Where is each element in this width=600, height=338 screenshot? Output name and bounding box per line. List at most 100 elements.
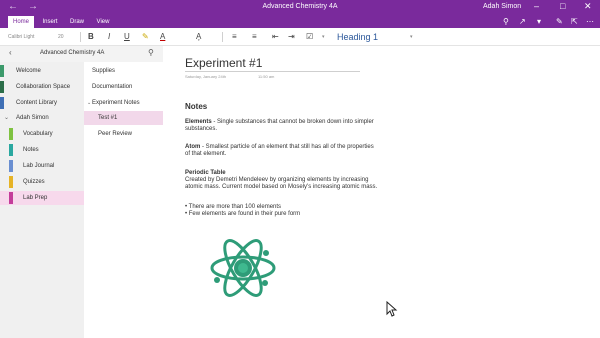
bullets-icon[interactable]: ≡ (232, 30, 237, 44)
bullet-list[interactable]: • There are more than 100 elements • Few… (185, 204, 380, 218)
tag-dropdown-icon[interactable]: ▾ (322, 30, 325, 44)
navigation-pane: ‹ Advanced Chemistry 4A ⚲ Welcome Collab… (0, 46, 163, 338)
section-lab-prep[interactable]: Lab Prep (0, 191, 84, 205)
bell-icon[interactable]: ▾ (537, 16, 541, 28)
section-group-adah-simon[interactable]: ⌄ Adah Simon (0, 111, 84, 125)
section-color-strip (0, 81, 4, 93)
chevron-down-icon[interactable]: ⌄ (87, 96, 91, 110)
page-documentation[interactable]: Documentation (84, 80, 163, 94)
section-collaboration-space[interactable]: Collaboration Space (0, 80, 84, 94)
section-label: Collaboration Space (16, 84, 71, 90)
title-bar: ← → Advanced Chemistry 4A Adah Simon – □… (0, 0, 600, 16)
page-test-1[interactable]: Test #1 (84, 111, 163, 125)
mouse-pointer-icon (386, 301, 398, 317)
title-underline (185, 71, 360, 72)
font-size-box[interactable]: 20 (58, 30, 64, 44)
elements-term: Elements (185, 119, 212, 125)
chevron-down-icon: ⌄ (4, 115, 10, 121)
outdent-icon[interactable]: ⇤ (272, 30, 279, 44)
tab-view[interactable]: View (92, 16, 114, 28)
section-color-strip (9, 160, 13, 172)
page-label: Experiment Notes (92, 100, 140, 106)
tab-draw[interactable]: Draw (66, 16, 88, 28)
more-icon[interactable]: ⋯ (586, 16, 594, 28)
periodic-table-paragraph[interactable]: Periodic Table Created by Demetri Mendel… (185, 170, 380, 191)
section-welcome[interactable]: Welcome (0, 64, 84, 78)
periodic-body: Created by Demetri Mendeleev by organizi… (185, 177, 378, 190)
section-color-strip (9, 128, 13, 140)
formatting-toolbar: Calibri Light 20 B I U ✎ A Ḁ ≡ ≡ ⇤ ⇥ ☑ … (0, 28, 600, 46)
section-label: Lab Prep (23, 195, 48, 201)
section-quizzes[interactable]: Quizzes (0, 175, 84, 189)
maximize-icon[interactable]: □ (560, 1, 565, 11)
chevron-left-icon[interactable]: ‹ (9, 48, 12, 57)
atom-icon[interactable] (209, 234, 277, 302)
page-peer-review[interactable]: Peer Review (84, 127, 163, 141)
section-list: Welcome Collaboration Space Content Libr… (0, 62, 84, 338)
periodic-heading: Periodic Table (185, 170, 226, 176)
tab-home[interactable]: Home (8, 16, 34, 28)
page-time: 11:50 am (258, 74, 275, 79)
checkbox-tag-icon[interactable]: ☑ (306, 30, 313, 44)
divider (222, 32, 223, 42)
feedback-icon[interactable]: ✎ (556, 16, 563, 28)
highlighter-icon[interactable]: ✎ (142, 30, 149, 44)
clear-formatting-icon[interactable]: Ḁ (196, 30, 201, 44)
section-notes[interactable]: Notes (0, 143, 84, 157)
font-name-box[interactable]: Calibri Light (8, 30, 34, 44)
page-date: Saturday, January 24th (185, 74, 227, 79)
share-icon[interactable]: ↗ (519, 16, 526, 28)
italic-button[interactable]: I (108, 30, 110, 44)
elements-definition: - Single substances that cannot be broke… (185, 119, 374, 132)
bullet-item: • Few elements are found in their pure f… (185, 211, 301, 217)
font-color-icon[interactable]: A (160, 30, 165, 44)
user-name[interactable]: Adah Simon (483, 3, 521, 10)
page-label: Documentation (92, 84, 133, 90)
atom-definition: - Smallest particle of an element that s… (185, 144, 374, 157)
page-list: Supplies Documentation ⌄ Experiment Note… (84, 62, 163, 338)
section-lab-journal[interactable]: Lab Journal (0, 159, 84, 173)
underline-button[interactable]: U (124, 30, 130, 44)
bold-button[interactable]: B (88, 30, 94, 44)
tab-insert[interactable]: Insert (38, 16, 62, 28)
section-group-label: Adah Simon (16, 115, 49, 121)
lightbulb-icon[interactable]: ⚲ (503, 16, 509, 28)
notebook-header: ‹ Advanced Chemistry 4A ⚲ (0, 46, 163, 62)
page-title[interactable]: Experiment #1 (185, 56, 262, 70)
elements-paragraph[interactable]: Elements - Single substances that cannot… (185, 119, 380, 133)
atom-paragraph[interactable]: Atom - Smallest particle of an element t… (185, 144, 380, 158)
section-color-strip (9, 144, 13, 156)
divider (80, 32, 81, 42)
section-color-strip (9, 192, 13, 204)
section-vocabulary[interactable]: Vocabulary (0, 127, 84, 141)
page-supplies[interactable]: Supplies (84, 64, 163, 78)
section-color-strip (0, 97, 4, 109)
notebook-name[interactable]: Advanced Chemistry 4A (40, 50, 104, 56)
page-experiment-notes[interactable]: ⌄ Experiment Notes (84, 96, 163, 110)
section-content-library[interactable]: Content Library (0, 96, 84, 110)
style-dropdown-icon[interactable]: ▾ (410, 30, 413, 44)
page-label: Supplies (92, 68, 116, 74)
expand-icon[interactable]: ⇱ (571, 16, 578, 28)
section-color-strip (9, 176, 13, 188)
section-label: Notes (23, 147, 39, 153)
style-selector[interactable]: Heading 1 (337, 31, 407, 43)
minimize-icon[interactable]: – (534, 1, 539, 11)
ribbon-tabs: Home Insert Draw View ⚲ ↗ ▾ ✎ ⇱ ⋯ (0, 16, 600, 28)
close-icon[interactable]: ✕ (584, 1, 592, 12)
section-color-strip (0, 65, 4, 77)
notes-heading[interactable]: Notes (185, 102, 207, 111)
page-canvas[interactable]: Experiment #1 Saturday, January 24th 11:… (163, 46, 600, 338)
page-label: Peer Review (98, 131, 133, 137)
section-label: Quizzes (23, 179, 45, 185)
page-label: Test #1 (98, 115, 118, 121)
indent-icon[interactable]: ⇥ (288, 30, 295, 44)
section-label: Welcome (16, 68, 41, 74)
bullet-item: • There are more than 100 elements (185, 204, 282, 210)
section-label: Content Library (16, 100, 58, 106)
section-label: Vocabulary (23, 131, 53, 137)
numbering-icon[interactable]: ≡ (252, 30, 257, 44)
onenote-window: ← → Advanced Chemistry 4A Adah Simon – □… (0, 0, 600, 338)
section-label: Lab Journal (23, 163, 55, 169)
search-icon[interactable]: ⚲ (148, 48, 154, 57)
